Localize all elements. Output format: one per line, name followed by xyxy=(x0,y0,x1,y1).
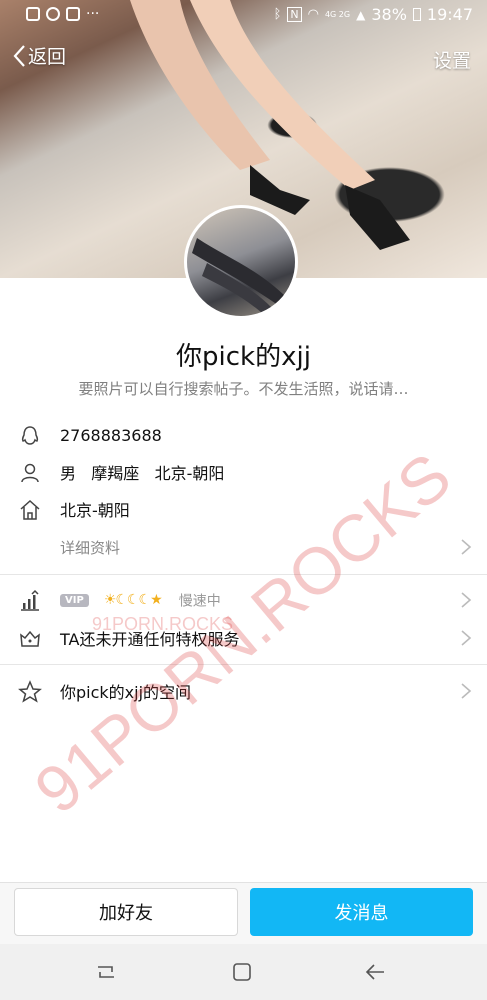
profile-bio: 要照片可以自行搜索帖子。不发生活照，说话请… xyxy=(78,380,409,398)
qq-number: 2768883688 xyxy=(60,425,162,445)
send-message-button[interactable]: 发消息 xyxy=(250,888,473,936)
settings-button[interactable]: 设置 xyxy=(433,46,471,73)
crown-icon xyxy=(20,630,40,647)
chevron-right-icon xyxy=(461,630,472,646)
signal-icon: ▲ xyxy=(356,7,366,22)
privilege-label: TA还未开通任何特权服务 xyxy=(60,630,240,649)
network-label: 4G 2G xyxy=(324,10,351,19)
divider xyxy=(0,664,487,665)
back-button[interactable]: 返回 xyxy=(12,42,66,69)
status-bar: ··· ᛒ N ◠ 4G 2G ▲ 38% 19:47 xyxy=(0,0,487,30)
home-icon xyxy=(20,499,40,520)
account-icon xyxy=(46,7,60,21)
system-status: ᛒ N ◠ 4G 2G ▲ 38% 19:47 xyxy=(274,5,473,24)
gender: 男 xyxy=(60,464,77,483)
space-label: 你pick的xjj的空间 xyxy=(60,683,192,702)
home-button-icon[interactable] xyxy=(231,961,253,983)
chevron-right-icon xyxy=(461,592,472,608)
speed-label: 慢速中 xyxy=(178,593,221,610)
divider xyxy=(0,574,487,575)
hometown-row: 北京-朝阳 xyxy=(0,490,487,528)
space-row[interactable]: 你pick的xjj的空间 xyxy=(0,672,487,710)
avatar-image xyxy=(192,238,287,313)
app-icon xyxy=(66,7,80,21)
user-icon xyxy=(21,463,39,483)
penguin-icon xyxy=(21,426,39,445)
back-nav-icon[interactable] xyxy=(364,961,388,983)
level-chart-icon xyxy=(21,589,39,611)
chevron-right-icon xyxy=(461,683,472,699)
image-icon xyxy=(26,7,40,21)
details-label: 详细资料 xyxy=(60,538,121,557)
battery-level: 38% xyxy=(371,5,407,24)
qq-number-row: 2768883688 xyxy=(0,416,487,454)
profile-name: 你pick的xjj xyxy=(176,342,311,372)
chevron-right-icon xyxy=(461,539,472,555)
battery-icon xyxy=(412,8,421,21)
personal-info-row: 男 摩羯座 北京-朝阳 xyxy=(0,453,487,491)
system-navigation-bar xyxy=(0,944,487,1000)
notification-icons: ··· xyxy=(26,6,99,22)
chevron-left-icon xyxy=(13,44,25,67)
recent-apps-icon[interactable] xyxy=(94,962,118,982)
details-row[interactable]: 详细资料 xyxy=(0,528,487,566)
personal-info: 男 摩羯座 北京-朝阳 xyxy=(60,460,224,484)
back-label: 返回 xyxy=(28,46,67,68)
zodiac: 摩羯座 xyxy=(91,464,140,483)
location: 北京-朝阳 xyxy=(154,464,225,483)
hometown: 北京-朝阳 xyxy=(60,501,130,520)
star-icon xyxy=(18,680,42,703)
nfc-icon: N xyxy=(287,7,302,22)
avatar[interactable] xyxy=(184,205,298,319)
more-icon: ··· xyxy=(86,6,100,22)
level-info: VIP ☀☾☾☾★ 慢速中 xyxy=(60,590,221,611)
add-friend-button[interactable]: 加好友 xyxy=(14,888,238,936)
bluetooth-icon: ᛒ xyxy=(273,7,282,22)
level-row[interactable]: VIP ☀☾☾☾★ 慢速中 xyxy=(0,581,487,619)
wifi-icon: ◠ xyxy=(307,7,319,22)
privilege-row[interactable]: TA还未开通任何特权服务 xyxy=(0,619,487,657)
clock: 19:47 xyxy=(426,5,473,24)
vip-badge: VIP xyxy=(60,593,89,607)
level-icons: ☀☾☾☾★ xyxy=(103,592,163,609)
